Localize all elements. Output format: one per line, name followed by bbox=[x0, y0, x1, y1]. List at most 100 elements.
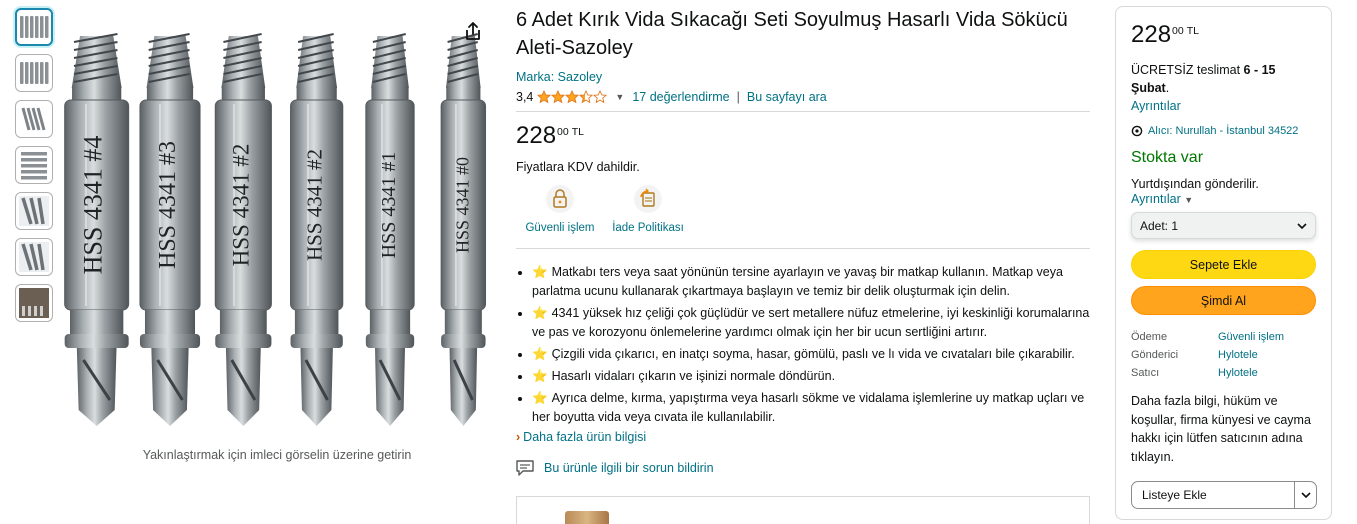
bullet-text: Hasarlı vidaları çıkarın ve işinizi norm… bbox=[551, 369, 836, 383]
divider bbox=[516, 248, 1090, 249]
product-title: 6 Adet Kırık Vida Sıkacağı Seti Soyulmuş… bbox=[516, 9, 1068, 59]
share-icon[interactable] bbox=[462, 20, 484, 42]
thumbnail-image bbox=[19, 288, 49, 318]
quantity-select[interactable]: Adet: 1 bbox=[1131, 212, 1316, 239]
bit-label: HSS 4341 #2 bbox=[228, 144, 253, 267]
delivery-details-link[interactable]: Ayrıntılar bbox=[1131, 99, 1181, 113]
gallery-thumbnail[interactable] bbox=[15, 54, 53, 92]
rating-row: 3,4 ▼ 17 değerlendirme | Bu sayfayı ara bbox=[516, 88, 1090, 106]
more-info-label: Daha fazla ürün bilgisi bbox=[523, 430, 647, 444]
price-currency: TL bbox=[1186, 25, 1199, 37]
star-icon bbox=[593, 90, 608, 104]
meta-row: Gönderici Hylotele bbox=[1131, 346, 1316, 364]
thumbnail-image bbox=[20, 62, 49, 84]
bit-label: HSS 4341 #4 bbox=[79, 136, 108, 275]
gallery-thumbnail[interactable] bbox=[15, 192, 53, 230]
related-product-image[interactable] bbox=[565, 511, 609, 524]
bullet-text: Çizgili vida çıkarıcı, en inatçı soyma, … bbox=[551, 347, 1075, 361]
meta-value[interactable]: Hylotele bbox=[1218, 346, 1258, 364]
feature-bullets: ⭐ Matkabı ters veya saat yönünün tersine … bbox=[516, 263, 1090, 427]
add-to-list-button[interactable]: Listeye Ekle bbox=[1131, 481, 1317, 509]
thumbnail-image bbox=[19, 196, 49, 226]
meta-key: Gönderici bbox=[1131, 349, 1179, 361]
bit-label: HSS 4341 #0 bbox=[452, 157, 472, 253]
more-info-link[interactable]: › Daha fazla ürün bilgisi bbox=[516, 430, 1090, 444]
price-fraction: 00 bbox=[557, 126, 569, 138]
separator: | bbox=[736, 90, 740, 104]
meta-key: Ödeme bbox=[1131, 331, 1168, 343]
list-item: ⭐Hasarlı vidaları çıkarın ve işinizi nor… bbox=[532, 367, 1090, 386]
deliver-to-label: Alıcı: Nurullah - İstanbul 34522 bbox=[1148, 125, 1299, 137]
star-icon bbox=[579, 90, 594, 104]
bit-label: HSS 4341 #2 bbox=[303, 149, 327, 261]
bullet-text: 4341 yüksek hız çeliği çok güçlüdür ve s… bbox=[532, 306, 1090, 339]
deliver-to-link[interactable]: Alıcı: Nurullah - İstanbul 34522 bbox=[1131, 125, 1316, 137]
brand-link[interactable]: Marka: Sazoley bbox=[516, 70, 602, 84]
meta-value[interactable]: Hylotele bbox=[1218, 364, 1258, 382]
extractor-bit: HSS 4341 #0 bbox=[440, 33, 487, 426]
badge-return-policy[interactable]: İade Politikası bbox=[604, 184, 692, 240]
thumbnail-image bbox=[21, 152, 47, 180]
price-currency: TL bbox=[571, 126, 584, 138]
thumbnail-image bbox=[21, 107, 46, 131]
trust-badges: Güvenli işlem İade Politikası bbox=[516, 184, 1090, 240]
thumbnail-image bbox=[19, 242, 49, 272]
buy-box: 228 00 TL ÜCRETSİZ teslimat 6 - 15 Şubat… bbox=[1115, 6, 1332, 520]
meta-key: Satıcı bbox=[1131, 367, 1160, 379]
buy-now-button[interactable]: Şimdi Al bbox=[1131, 286, 1316, 315]
stock-status: Stokta var bbox=[1131, 149, 1204, 166]
star-icon bbox=[565, 90, 580, 104]
product-image[interactable]: HSS 4341 #4 HSS 4341 #3 HSS 4341 #2 HSS 434… bbox=[60, 30, 500, 430]
seller-info-text: Daha fazla bilgi, hüküm ve koşullar, fir… bbox=[1131, 394, 1311, 464]
chevron-down-icon bbox=[1297, 222, 1307, 229]
search-page-link[interactable]: Bu sayfayı ara bbox=[747, 90, 827, 104]
list-item: ⭐Matkabı ters veya saat yönünün tersine … bbox=[532, 263, 1090, 301]
add-to-cart-button[interactable]: Sepete Ekle bbox=[1131, 250, 1316, 279]
divider bbox=[516, 111, 1090, 112]
zoom-hint: Yakınlaştırmak için imleci görselin üzer… bbox=[142, 448, 412, 462]
thumbnail-image bbox=[20, 16, 49, 38]
buybox-price: 228 00 TL bbox=[1131, 21, 1316, 49]
price-whole: 228 bbox=[1131, 21, 1172, 48]
extractor-bit: HSS 4341 #2 bbox=[214, 33, 272, 426]
details-label: Ayrıntılar bbox=[1131, 192, 1181, 206]
extractor-bit: HSS 4341 #3 bbox=[139, 33, 201, 426]
badge-label: Güvenli işlem bbox=[525, 222, 595, 234]
meta-value[interactable]: Güvenli işlem bbox=[1218, 328, 1284, 346]
report-issue-link[interactable]: Bu ürünle ilgili bir sorun bildirin bbox=[516, 460, 1090, 476]
location-pin-icon bbox=[1131, 125, 1143, 137]
extractor-bit: HSS 4341 #4 bbox=[64, 33, 130, 426]
rating-value: 3,4 bbox=[516, 90, 534, 104]
price: 228 00 TL bbox=[516, 122, 1090, 150]
delivery-info: ÜCRETSİZ teslimat 6 - 15 Şubat. Ayrıntıl… bbox=[1131, 61, 1316, 115]
meta-row: Satıcı Hylotele bbox=[1131, 364, 1316, 382]
star-rating[interactable] bbox=[537, 90, 608, 104]
bit-label: HSS 4341 #3 bbox=[155, 141, 181, 269]
reviews-link[interactable]: 17 değerlendirme bbox=[632, 90, 729, 104]
bullet-text: Matkabı ters veya saat yönünün tersine a… bbox=[532, 265, 1063, 298]
star-icon: ⭐ bbox=[532, 391, 548, 405]
gallery-thumbnail[interactable] bbox=[15, 238, 53, 276]
gallery-thumbnail[interactable] bbox=[15, 100, 53, 138]
return-icon bbox=[634, 185, 662, 213]
star-icon: ⭐ bbox=[532, 347, 548, 361]
chevron-right-icon: › bbox=[516, 430, 521, 444]
abroad-details-link[interactable]: Ayrıntılar ▼ bbox=[1131, 192, 1316, 206]
badge-secure-transaction[interactable]: Güvenli işlem bbox=[516, 184, 604, 240]
star-icon: ⭐ bbox=[532, 369, 548, 383]
list-item: ⭐Çizgili vida çıkarıcı, en inatçı soyma,… bbox=[532, 345, 1090, 364]
badge-label: İade Politikası bbox=[612, 222, 684, 234]
add-to-list-dropdown[interactable] bbox=[1294, 482, 1316, 508]
chevron-down-icon[interactable]: ▼ bbox=[615, 92, 624, 102]
add-to-list-label[interactable]: Listeye Ekle bbox=[1132, 482, 1294, 508]
list-item: ⭐4341 yüksek hız çeliği çok güçlüdür ve … bbox=[532, 304, 1090, 342]
gallery-thumbnail[interactable] bbox=[15, 8, 53, 46]
seller-meta: Ödeme Güvenli işlem Gönderici Hylotele Sat… bbox=[1131, 328, 1316, 382]
extractor-bit: HSS 4341 #2 bbox=[290, 33, 344, 426]
feedback-icon bbox=[516, 460, 534, 476]
star-icon: ⭐ bbox=[532, 306, 548, 320]
extractor-bit: HSS 4341 #1 bbox=[365, 33, 415, 426]
gallery-thumbnail[interactable] bbox=[15, 284, 53, 322]
gallery-thumbnail[interactable] bbox=[15, 146, 53, 184]
related-products-box bbox=[516, 496, 1090, 524]
